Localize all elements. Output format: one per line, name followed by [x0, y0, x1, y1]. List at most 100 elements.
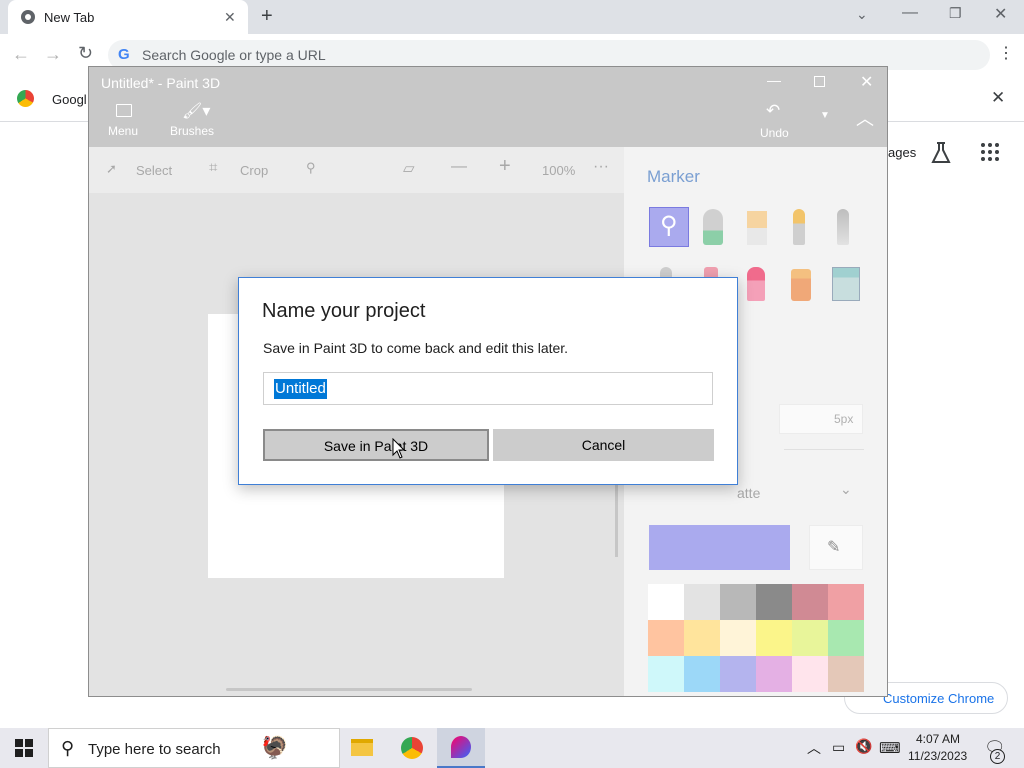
reload-icon[interactable]: ↻ — [78, 43, 93, 64]
zoom-in-icon[interactable]: + — [499, 155, 511, 178]
volume-muted-icon[interactable]: 🔇 — [855, 738, 872, 755]
paint3d-taskbar-button[interactable] — [437, 728, 485, 768]
palette-swatch[interactable] — [684, 620, 720, 656]
collapse-ribbon-icon[interactable]: ︿ — [856, 105, 874, 131]
palette-swatch[interactable] — [756, 620, 792, 656]
palette-swatch[interactable] — [828, 584, 864, 620]
magic-select-icon[interactable]: ⚲ — [306, 160, 316, 176]
project-name-value: Untitled — [274, 379, 327, 399]
paint-ribbon: Menu 🖌▾ Brushes ↶ Undo ▼ ︿ — [89, 99, 887, 147]
undo-button[interactable]: Undo — [760, 126, 789, 140]
taskbar-search-input[interactable]: Type here to search — [88, 741, 221, 758]
taskbar-search-box[interactable]: ⚲ Type here to search 🦃 — [48, 728, 340, 768]
tab-search-icon[interactable]: ⌄ — [856, 6, 868, 23]
brushes-button[interactable]: Brushes — [170, 124, 214, 138]
new-tab-icon[interactable]: + — [261, 5, 273, 28]
thanksgiving-turkey-icon[interactable]: 🦃 — [261, 735, 288, 761]
calligraphy-pen-icon[interactable] — [703, 209, 723, 245]
zoom-level[interactable]: 100% — [542, 163, 575, 178]
restore-window-icon[interactable]: ❐ — [949, 5, 962, 22]
dialog-title: Name your project — [262, 300, 426, 322]
palette-swatch[interactable] — [684, 584, 720, 620]
palette-swatch[interactable] — [720, 620, 756, 656]
paint-maximize-icon[interactable] — [814, 76, 825, 87]
thickness-input[interactable]: 5px — [779, 404, 863, 434]
network-icon[interactable]: ▭ — [832, 739, 845, 756]
notification-count: 2 — [990, 749, 1005, 764]
omnibox-input[interactable]: Search Google or type a URL — [142, 47, 326, 63]
palette-swatch[interactable] — [756, 584, 792, 620]
palette-swatch[interactable] — [792, 656, 828, 692]
palette-swatch[interactable] — [720, 584, 756, 620]
close-window-icon[interactable]: ✕ — [994, 4, 1007, 24]
tab-new-tab[interactable]: New Tab ✕ — [8, 0, 248, 34]
select-tool[interactable]: Select — [136, 163, 172, 178]
paint-minimize-icon[interactable]: — — [767, 72, 781, 88]
windows-start-icon[interactable] — [15, 739, 33, 757]
back-icon[interactable]: ← — [12, 44, 30, 65]
palette-swatch[interactable] — [792, 620, 828, 656]
select-cursor-icon: ➚ — [106, 161, 117, 176]
chrome-taskbar-icon[interactable] — [401, 737, 423, 759]
customize-chrome-label: Customize Chrome — [883, 691, 995, 706]
minimize-window-icon[interactable]: — — [902, 4, 918, 22]
pixel-pen-icon[interactable] — [837, 209, 849, 245]
tab-close-icon[interactable]: ✕ — [224, 9, 236, 26]
close-bar-icon[interactable]: ✕ — [991, 88, 1005, 108]
palette-swatch[interactable] — [792, 584, 828, 620]
crop-tool[interactable]: Crop — [240, 163, 268, 178]
clock-time[interactable]: 4:07 AM — [916, 732, 960, 746]
google-bookmark-icon[interactable] — [17, 90, 34, 107]
oil-brush-icon[interactable] — [747, 211, 767, 245]
tab-title: New Tab — [44, 10, 95, 25]
clock-date[interactable]: 11/23/2023 — [908, 749, 967, 763]
menu-button[interactable]: Menu — [108, 124, 138, 138]
color-palette — [648, 584, 864, 692]
windows-taskbar: ⚲ Type here to search 🦃 ︿ ▭ 🔇 ⌨ 4:07 AM … — [0, 728, 1024, 768]
save-button-label: Save in Paint 3D — [323, 438, 429, 454]
palette-swatch[interactable] — [648, 584, 684, 620]
paint-tool-row: ➚ Select ⌗ Crop ⚲ ▱ — + 100% ··· — [89, 147, 624, 193]
apps-grid-icon[interactable] — [980, 142, 1000, 162]
canvas-scrollbar[interactable] — [226, 688, 472, 691]
ntp-images-link[interactable]: ages — [888, 145, 916, 160]
eyedropper-button[interactable]: ✎ — [809, 525, 863, 570]
current-color-swatch[interactable] — [649, 525, 790, 570]
spray-can-icon[interactable] — [791, 269, 811, 301]
dialog-description: Save in Paint 3D to come back and edit t… — [263, 340, 569, 356]
palette-swatch[interactable] — [756, 656, 792, 692]
paint-window-title: Untitled* - Paint 3D — [101, 75, 221, 91]
keyboard-icon[interactable]: ⌨ — [879, 739, 901, 757]
forward-icon[interactable]: → — [44, 44, 62, 65]
labs-flask-icon[interactable] — [930, 141, 952, 165]
project-name-input[interactable]: Untitled — [263, 372, 713, 405]
palette-swatch[interactable] — [828, 620, 864, 656]
save-in-paint3d-button[interactable]: Save in Paint 3D — [263, 429, 489, 461]
watercolor-brush-icon[interactable] — [793, 209, 805, 245]
palette-swatch[interactable] — [648, 656, 684, 692]
undo-icon: ↶ — [766, 101, 781, 120]
paint-titlebar: Untitled* - Paint 3D — ✕ — [89, 67, 887, 99]
history-dropdown-icon[interactable]: ▼ — [820, 110, 830, 121]
cancel-button[interactable]: Cancel — [493, 429, 714, 461]
palette-chevron-icon[interactable]: ⌄ — [840, 481, 852, 498]
palette-swatch[interactable] — [720, 656, 756, 692]
panel-divider — [784, 449, 864, 450]
panel-heading: Marker — [647, 167, 700, 186]
bookmark-label[interactable]: Googl — [52, 92, 87, 107]
palette-swatch[interactable] — [684, 656, 720, 692]
marker-brush-icon: ⚲ — [660, 212, 678, 239]
view-3d-icon[interactable]: ▱ — [403, 159, 415, 177]
file-explorer-icon[interactable] — [351, 739, 373, 756]
palette-swatch[interactable] — [828, 656, 864, 692]
crayon-icon[interactable] — [747, 267, 765, 301]
chrome-menu-icon[interactable]: ⋮ — [998, 43, 1014, 63]
palette-swatch[interactable] — [648, 620, 684, 656]
cancel-button-label: Cancel — [581, 437, 626, 453]
more-options-icon[interactable]: ··· — [593, 158, 609, 176]
show-hidden-icons[interactable]: ︿ — [807, 738, 821, 758]
eyedropper-icon: ✎ — [827, 539, 841, 556]
paint-close-icon[interactable]: ✕ — [860, 72, 873, 92]
zoom-out-icon[interactable]: — — [451, 158, 467, 176]
fill-bucket-icon[interactable] — [832, 267, 860, 301]
